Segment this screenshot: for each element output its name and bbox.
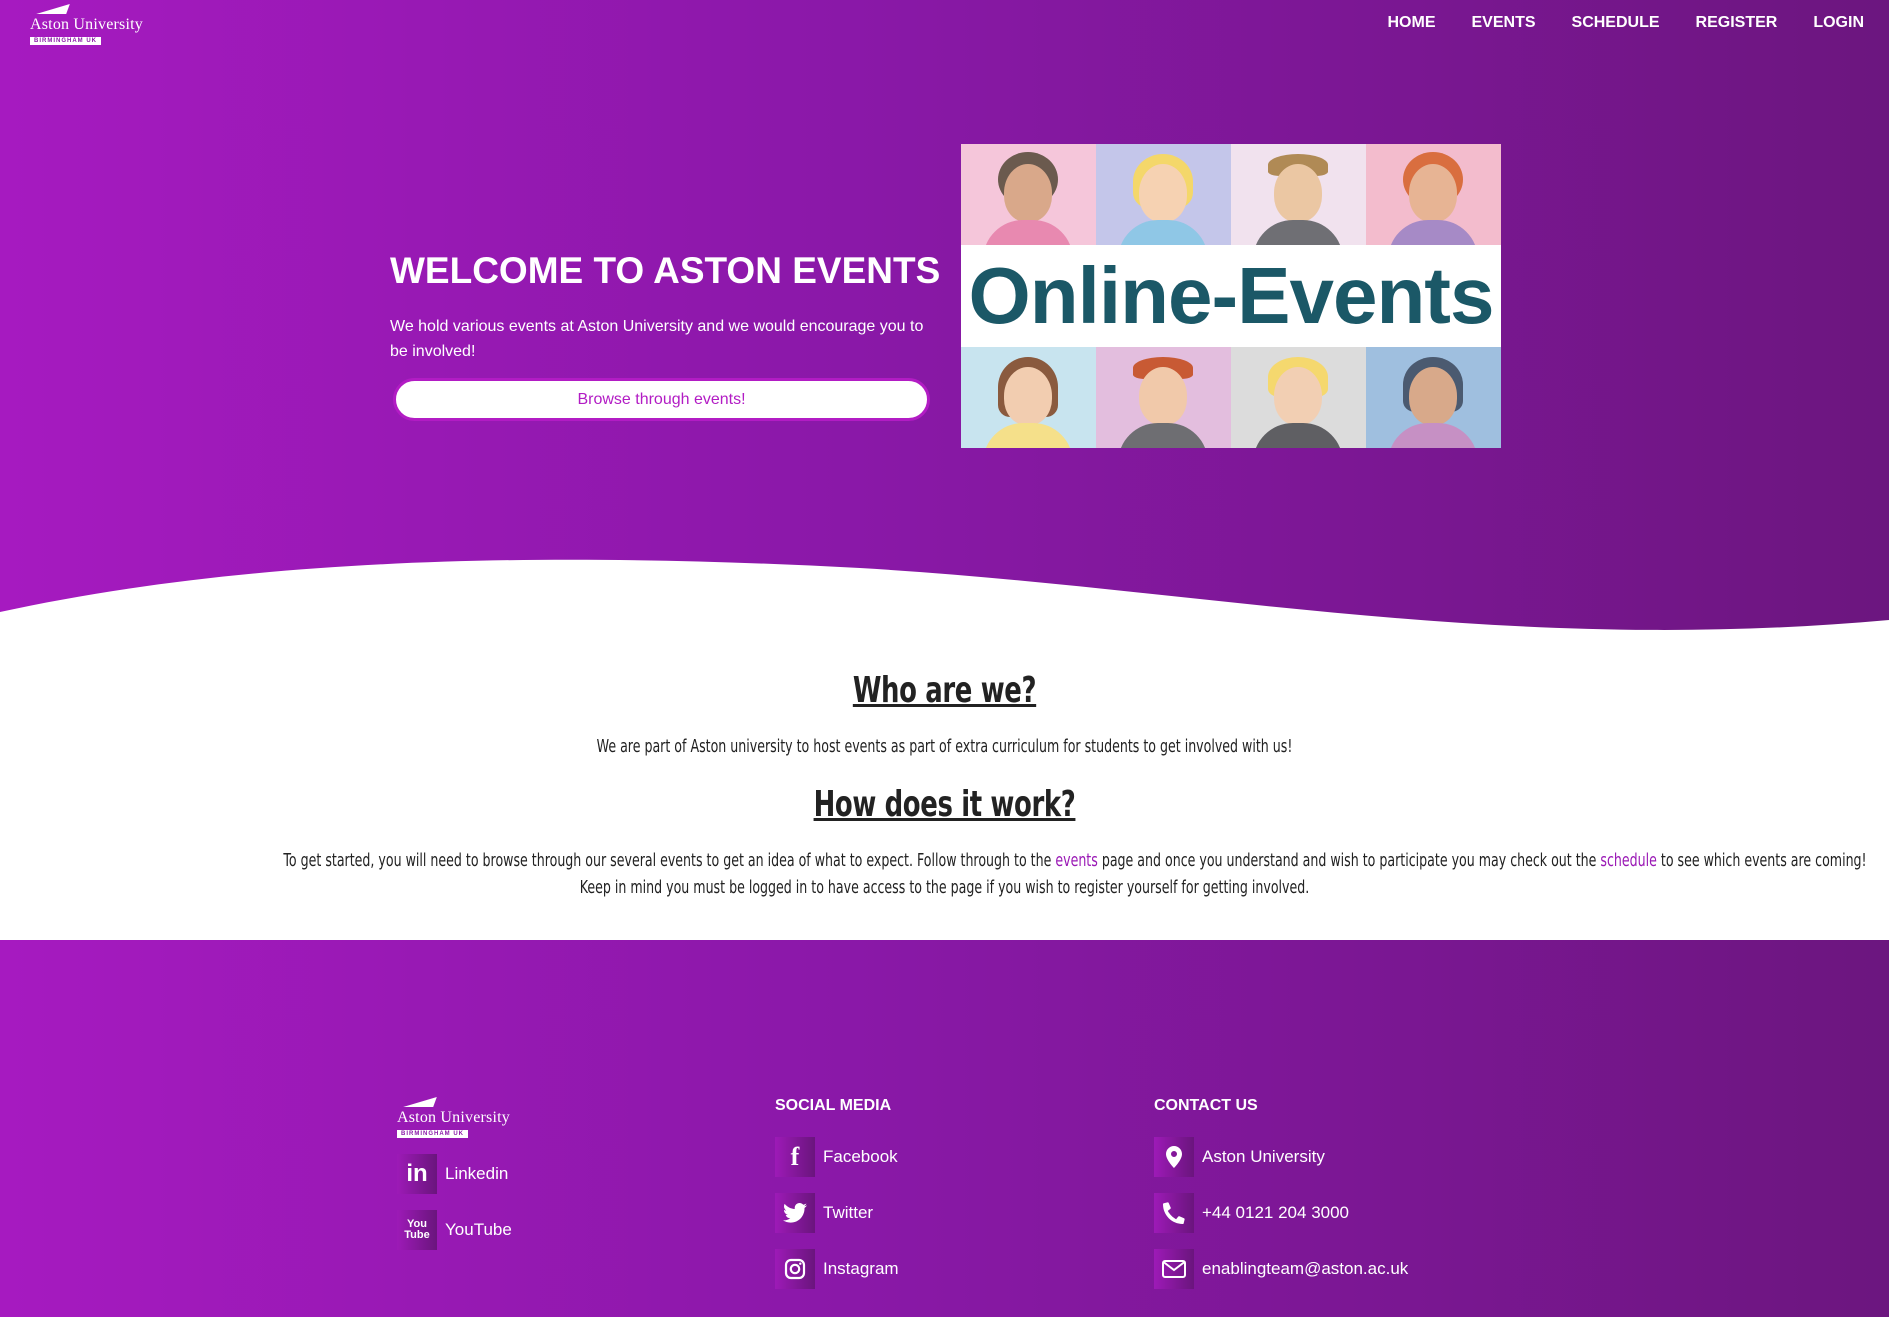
contact-email[interactable]: enablingteam@aston.ac.uk (1154, 1249, 1408, 1289)
facebook-link[interactable]: f Facebook (775, 1137, 898, 1177)
avatar-tile (1366, 144, 1501, 245)
facebook-icon: f (775, 1137, 815, 1177)
linkedin-link[interactable]: in Linkedin (397, 1154, 508, 1194)
online-events-image: Online-Events (961, 144, 1501, 448)
nav-events[interactable]: EVENTS (1472, 14, 1536, 32)
nav-schedule[interactable]: SCHEDULE (1572, 14, 1660, 32)
how-text-1: To get started, you will need to browse … (283, 850, 1867, 871)
avatar-row-bottom (961, 347, 1501, 448)
instagram-icon (775, 1249, 815, 1289)
nav-login[interactable]: LOGIN (1813, 14, 1864, 32)
linkedin-icon: in (397, 1154, 437, 1194)
nav-home[interactable]: HOME (1388, 14, 1436, 32)
twitter-icon (775, 1193, 815, 1233)
avatar-tile (1231, 347, 1366, 448)
avatar-row-top (961, 144, 1501, 245)
events-link[interactable]: events (1055, 850, 1097, 871)
contact-address: Aston University (1154, 1137, 1325, 1177)
logo-sub: BIRMINGHAM UK (397, 1130, 468, 1138)
schedule-link[interactable]: schedule (1600, 850, 1656, 871)
footer: Aston University BIRMINGHAM UK in Linked… (0, 940, 1889, 1317)
avatar-tile (1096, 347, 1231, 448)
social-title: SOCIAL MEDIA (775, 1097, 892, 1114)
how-text-2: Keep in mind you must be logged in to ha… (579, 877, 1310, 898)
youtube-icon: You Tube (397, 1210, 437, 1250)
twitter-link[interactable]: Twitter (775, 1193, 873, 1233)
who-text: We are part of Aston university to host … (596, 736, 1293, 757)
location-icon (1154, 1137, 1194, 1177)
avatar-tile (1231, 144, 1366, 245)
avatar-tile (1366, 347, 1501, 448)
nav-register[interactable]: REGISTER (1696, 14, 1778, 32)
contact-title: CONTACT US (1154, 1097, 1258, 1114)
logo-wing-icon (403, 1097, 437, 1107)
avatar-tile (1096, 144, 1231, 245)
welcome-title: WELCOME TO ASTON EVENTS (390, 250, 941, 291)
youtube-link[interactable]: You Tube YouTube (397, 1210, 512, 1250)
instagram-link[interactable]: Instagram (775, 1249, 899, 1289)
avatar-tile (961, 347, 1096, 448)
main-nav: HOME EVENTS SCHEDULE REGISTER LOGIN (1388, 14, 1865, 32)
logo-name: Aston University (30, 16, 143, 33)
how-title: How does it work? (813, 784, 1076, 825)
avatar-tile (961, 144, 1096, 245)
logo-sub: BIRMINGHAM UK (30, 37, 101, 45)
logo-name: Aston University (397, 1109, 510, 1126)
logo-wing-icon (36, 4, 70, 14)
online-events-text: Online-Events (968, 251, 1495, 340)
phone-icon (1154, 1193, 1194, 1233)
contact-phone[interactable]: +44 0121 204 3000 (1154, 1193, 1349, 1233)
browse-events-button[interactable]: Browse through events! (393, 378, 930, 421)
welcome-text: We hold various events at Aston Universi… (390, 318, 924, 360)
footer-logo[interactable]: Aston University BIRMINGHAM UK (397, 1097, 522, 1139)
mail-icon (1154, 1249, 1194, 1289)
who-title: Who are we? (852, 670, 1037, 711)
aston-logo[interactable]: Aston University BIRMINGHAM UK (30, 4, 155, 46)
top-wave (0, 559, 1889, 670)
